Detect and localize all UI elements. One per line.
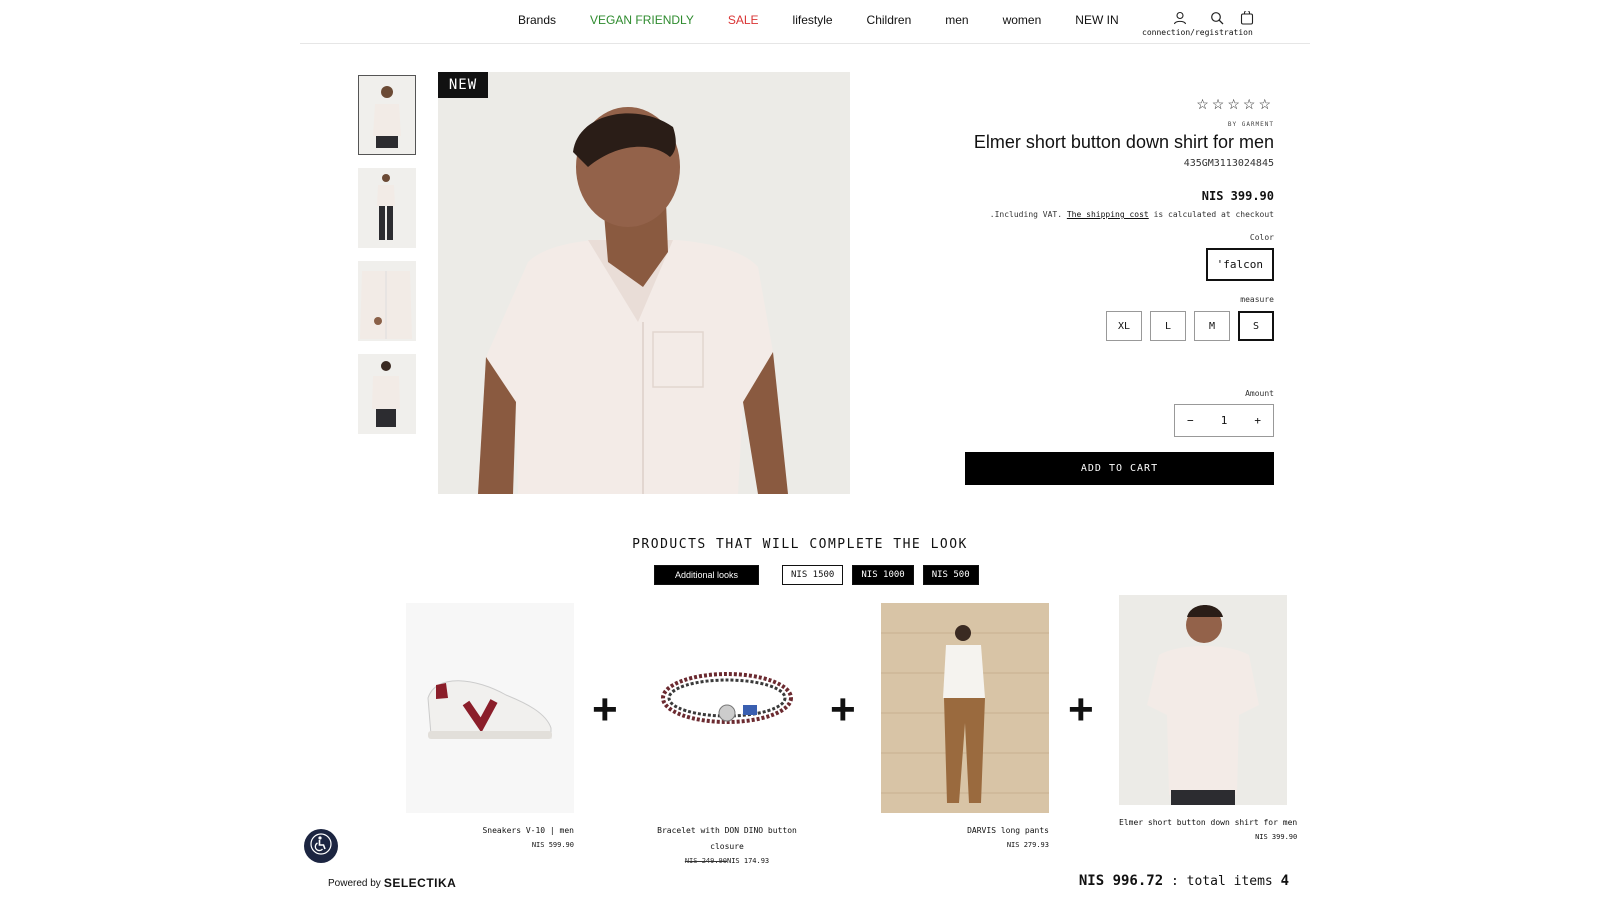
filter-additional-looks[interactable]: Additional looks	[654, 565, 759, 585]
accessibility-icon	[310, 832, 332, 860]
look-total: NIS 996.72 : total items 4	[1079, 873, 1289, 889]
shipping-cost-link[interactable]: The shipping cost	[1067, 210, 1149, 219]
powered-by-label: Powered by	[328, 877, 381, 889]
product-main-image[interactable]	[438, 72, 850, 494]
nav-link-children[interactable]: Children	[867, 13, 912, 27]
product-name[interactable]: Bracelet with DON DINO button closure	[643, 823, 811, 855]
thumbnail-4[interactable]	[358, 354, 416, 434]
product-name[interactable]: Sneakers V-10 | men	[406, 823, 574, 839]
product-name[interactable]: Elmer short button down shirt for men	[1119, 815, 1297, 831]
plus-sign: +	[592, 685, 618, 734]
product-sale-price: NIS 174.93	[727, 857, 770, 865]
bracelet-image[interactable]	[643, 603, 811, 813]
color-option-falcon[interactable]: 'falcon	[1205, 248, 1274, 281]
product-price: NIS 249.90NIS 174.93	[643, 857, 811, 865]
quantity-value[interactable]: 1	[1221, 414, 1228, 427]
thumbnail-strip	[358, 75, 416, 447]
size-option-m[interactable]: M	[1194, 311, 1230, 341]
size-option-s[interactable]: S	[1238, 311, 1274, 341]
product-price: NIS 599.90	[531, 841, 574, 849]
total-items-count: 4	[1280, 873, 1289, 889]
product-price: NIS 399.90	[1201, 189, 1274, 203]
product-price: NIS 279.93	[1006, 841, 1049, 849]
nav-links: Brands VEGAN FRIENDLY SALE lifestyle Chi…	[518, 13, 1153, 27]
look-filters: Additional looks NIS 1500 NIS 1000 NIS 5…	[654, 565, 979, 585]
quantity-increase-button[interactable]: +	[1254, 414, 1261, 427]
selectika-logo[interactable]: SELECTIKA	[384, 876, 457, 890]
product-price: NIS 399.90	[1255, 833, 1298, 841]
product-title: Elmer short button down shirt for men	[973, 132, 1274, 152]
total-price: NIS 996.72	[1078, 873, 1164, 889]
nav-link-vegan-friendly[interactable]: VEGAN FRIENDLY	[590, 13, 694, 27]
nav-link-new-in[interactable]: NEW IN	[1075, 13, 1118, 27]
shirt-image[interactable]	[1119, 595, 1287, 805]
accessibility-button[interactable]	[304, 829, 338, 863]
look-product-card[interactable]: Elmer short button down shirt for men NI…	[1119, 595, 1297, 841]
sneakers-image[interactable]	[406, 603, 574, 813]
color-label: Color	[1249, 233, 1274, 242]
product-sku: 435GM3113024845	[1183, 158, 1274, 169]
new-badge: NEW	[438, 72, 488, 98]
look-product-card[interactable]: DARVIS long pants NIS 279.93	[881, 603, 1049, 849]
top-navigation: Brands VEGAN FRIENDLY SALE lifestyle Chi…	[300, 0, 1310, 44]
thumbnail-3[interactable]	[358, 261, 416, 341]
thumbnail-1[interactable]	[358, 75, 416, 155]
filter-nis-1000[interactable]: NIS 1000	[852, 565, 914, 585]
vat-suffix: is calculated at checkout	[1153, 210, 1274, 219]
rating-stars[interactable]: ☆☆☆☆☆	[954, 96, 1274, 113]
amount-label: Amount	[1245, 389, 1274, 398]
nav-link-men[interactable]: men	[945, 13, 968, 27]
vat-prefix: .Including VAT.	[989, 210, 1063, 219]
powered-by: Powered by SELECTIKA	[328, 876, 456, 890]
nav-link-women[interactable]: women	[1003, 13, 1042, 27]
quantity-decrease-button[interactable]: −	[1187, 414, 1194, 427]
look-product-card[interactable]: Bracelet with DON DINO button closure NI…	[643, 603, 811, 865]
product-name[interactable]: DARVIS long pants	[881, 823, 1049, 839]
size-option-l[interactable]: L	[1150, 311, 1186, 341]
quantity-stepper: − 1 +	[1174, 404, 1274, 437]
product-old-price: NIS 249.90	[684, 857, 727, 865]
size-option-xl[interactable]: XL	[1106, 311, 1142, 341]
pants-image[interactable]	[881, 603, 1049, 813]
thumbnail-2[interactable]	[358, 168, 416, 248]
look-product-card[interactable]: Sneakers V-10 | men NIS 599.90	[406, 603, 574, 849]
vat-note: .Including VAT. The shipping cost is cal…	[954, 210, 1274, 219]
nav-link-lifestyle[interactable]: lifestyle	[793, 13, 833, 27]
filter-nis-500[interactable]: NIS 500	[922, 565, 979, 585]
total-label: : total items	[1170, 874, 1273, 889]
size-options: XL L M S	[954, 311, 1274, 341]
nav-link-brands[interactable]: Brands	[518, 13, 556, 27]
complete-look-title: PRODUCTS THAT WILL COMPLETE THE LOOK	[632, 537, 968, 552]
plus-sign: +	[1068, 685, 1094, 734]
plus-sign: +	[830, 685, 856, 734]
product-info: ☆☆☆☆☆ BY GARMENT Elmer short button down…	[954, 96, 1274, 437]
product-brand[interactable]: BY GARMENT	[954, 121, 1274, 128]
account-label[interactable]: connection/registration	[1142, 28, 1253, 37]
size-label: measure	[1240, 295, 1274, 304]
filter-nis-1500[interactable]: NIS 1500	[782, 565, 844, 585]
header-actions: connection/registration	[1142, 9, 1292, 40]
nav-link-sale[interactable]: SALE	[728, 13, 759, 27]
add-to-cart-button[interactable]: ADD TO CART	[965, 452, 1274, 485]
